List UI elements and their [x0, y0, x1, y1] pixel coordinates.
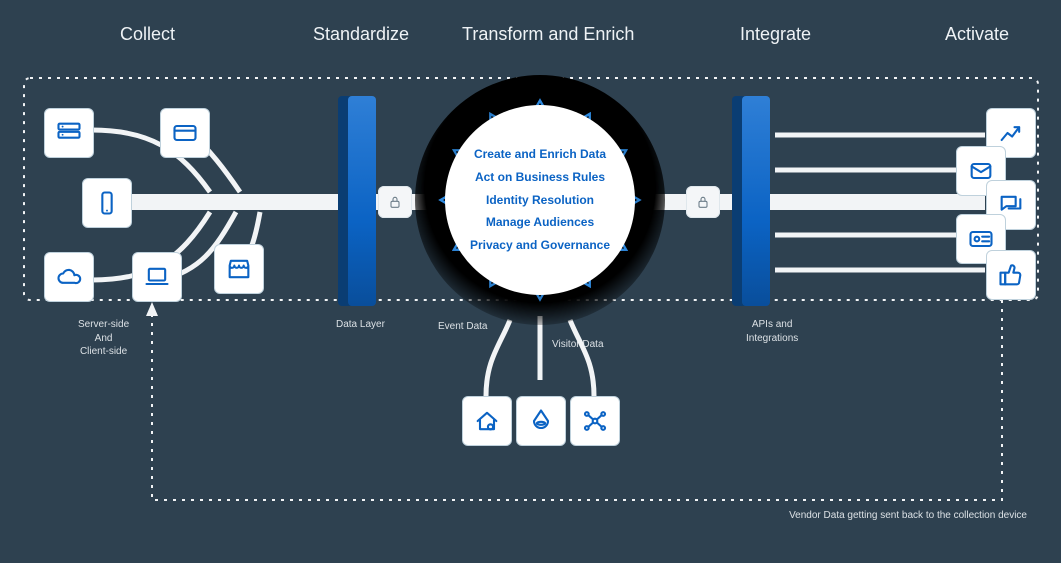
event-data-label: Event Data [438, 320, 487, 334]
visitor-data-label: Visitor Data [552, 338, 604, 352]
standardize-panel [348, 96, 376, 306]
stage-title-collect: Collect [120, 24, 175, 45]
data-store-icon [516, 396, 566, 446]
core-capabilities-list: Create and Enrich Data Act on Business R… [470, 143, 610, 257]
stage-title-activate: Activate [945, 24, 1009, 45]
thumbs-up-icon [986, 250, 1036, 300]
stage-title-standardize: Standardize [313, 24, 409, 45]
standardize-sub-label: Data Layer [336, 318, 385, 332]
lock-icon [686, 186, 720, 218]
laptop-icon [132, 252, 182, 302]
stage-title-transform: Transform and Enrich [462, 24, 634, 45]
smartphone-icon [82, 178, 132, 228]
stage-title-integrate: Integrate [740, 24, 811, 45]
integrate-sub-label: APIs and Integrations [746, 318, 798, 345]
storefront-icon [214, 244, 264, 294]
core-circle: Create and Enrich Data Act on Business R… [415, 75, 665, 325]
integrate-panel [742, 96, 770, 306]
credit-card-icon [160, 108, 210, 158]
footer-note: Vendor Data getting sent back to the col… [789, 510, 1027, 521]
server-icon [44, 108, 94, 158]
collect-sub-label: Server-side And Client-side [78, 318, 129, 359]
first-party-data-icon [462, 396, 512, 446]
lock-icon [378, 186, 412, 218]
graph-network-icon [570, 396, 620, 446]
cloud-icon [44, 252, 94, 302]
